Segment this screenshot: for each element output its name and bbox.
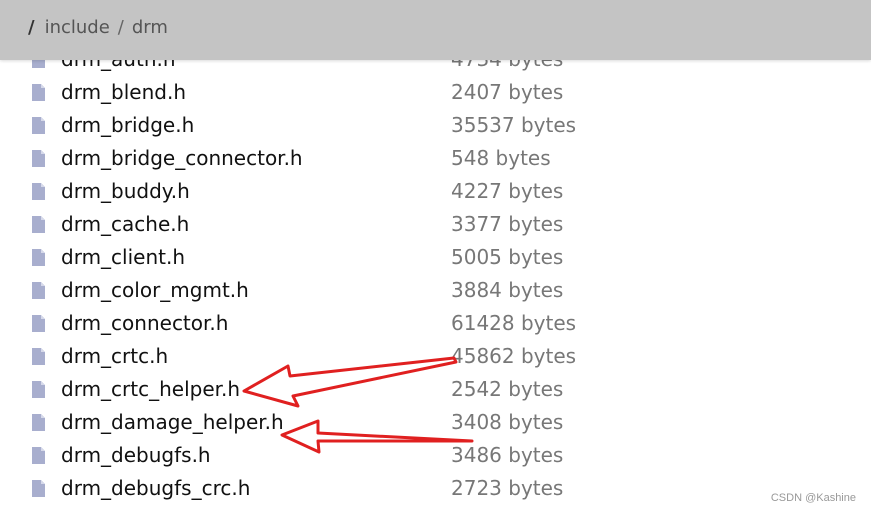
file-name-link[interactable]: drm_crtc_helper.h: [61, 377, 240, 401]
file-size: 4227 bytes: [451, 179, 564, 203]
file-name-link[interactable]: drm_buddy.h: [61, 179, 190, 203]
breadcrumb-drm[interactable]: drm: [132, 17, 168, 38]
file-row[interactable]: drm_debugfs_crc.h 2723 bytes: [0, 474, 871, 507]
file-name-link[interactable]: drm_cache.h: [61, 212, 189, 236]
file-icon: [32, 183, 45, 200]
file-row[interactable]: drm_crtc_helper.h 2542 bytes: [0, 375, 871, 408]
file-name-link[interactable]: drm_blend.h: [61, 80, 186, 104]
file-size: 2407 bytes: [451, 80, 564, 104]
file-name-link[interactable]: drm_client.h: [61, 245, 185, 269]
file-icon: [32, 282, 45, 299]
file-row[interactable]: drm_connector.h 61428 bytes: [0, 309, 871, 342]
file-name-link[interactable]: drm_connector.h: [61, 311, 228, 335]
file-size: 5005 bytes: [451, 245, 564, 269]
file-row[interactable]: drm_crtc.h 45862 bytes: [0, 342, 871, 375]
breadcrumb-header: / include / drm: [0, 0, 871, 60]
file-size: 45862 bytes: [451, 344, 577, 368]
file-icon: [32, 315, 45, 332]
file-icon: [32, 84, 45, 101]
file-row[interactable]: drm_color_mgmt.h 3884 bytes: [0, 276, 871, 309]
file-name-link[interactable]: drm_color_mgmt.h: [61, 278, 249, 302]
breadcrumb-separator: /: [117, 17, 124, 38]
file-name-link[interactable]: drm_crtc.h: [61, 344, 168, 368]
file-size: 61428 bytes: [451, 311, 577, 335]
file-size: 3486 bytes: [451, 443, 564, 467]
file-size: 35537 bytes: [451, 113, 577, 137]
file-icon: [32, 381, 45, 398]
file-size: 2723 bytes: [451, 476, 564, 500]
watermark: CSDN @Kashine: [770, 492, 856, 504]
file-icon: [32, 414, 45, 431]
file-name-link[interactable]: drm_debugfs.h: [61, 443, 211, 467]
breadcrumb-root[interactable]: /: [28, 17, 35, 38]
file-row[interactable]: drm_bridge.h 35537 bytes: [0, 111, 871, 144]
file-row[interactable]: drm_cache.h 3377 bytes: [0, 210, 871, 243]
file-icon: [32, 447, 45, 464]
file-name-link[interactable]: drm_bridge_connector.h: [61, 146, 303, 170]
file-row[interactable]: drm_blend.h 2407 bytes: [0, 78, 871, 111]
file-size: 2542 bytes: [451, 377, 564, 401]
file-icon: [32, 249, 45, 266]
file-size: 3377 bytes: [451, 212, 564, 236]
file-size: 3408 bytes: [451, 410, 564, 434]
file-icon: [32, 117, 45, 134]
file-row[interactable]: drm_buddy.h 4227 bytes: [0, 177, 871, 210]
breadcrumb: / include / drm: [28, 17, 168, 38]
file-name-link[interactable]: drm_debugfs_crc.h: [61, 476, 250, 500]
file-row[interactable]: drm_damage_helper.h 3408 bytes: [0, 408, 871, 441]
file-icon: [32, 480, 45, 497]
file-name-link[interactable]: drm_bridge.h: [61, 113, 194, 137]
file-row[interactable]: drm_debugfs.h 3486 bytes: [0, 441, 871, 474]
file-icon: [32, 216, 45, 233]
breadcrumb-include[interactable]: include: [45, 17, 110, 38]
file-row[interactable]: drm_client.h 5005 bytes: [0, 243, 871, 276]
file-icon: [32, 150, 45, 167]
file-size: 3884 bytes: [451, 278, 564, 302]
file-row[interactable]: drm_bridge_connector.h 548 bytes: [0, 144, 871, 177]
file-size: 548 bytes: [451, 146, 551, 170]
file-name-link[interactable]: drm_damage_helper.h: [61, 410, 284, 434]
file-icon: [32, 348, 45, 365]
